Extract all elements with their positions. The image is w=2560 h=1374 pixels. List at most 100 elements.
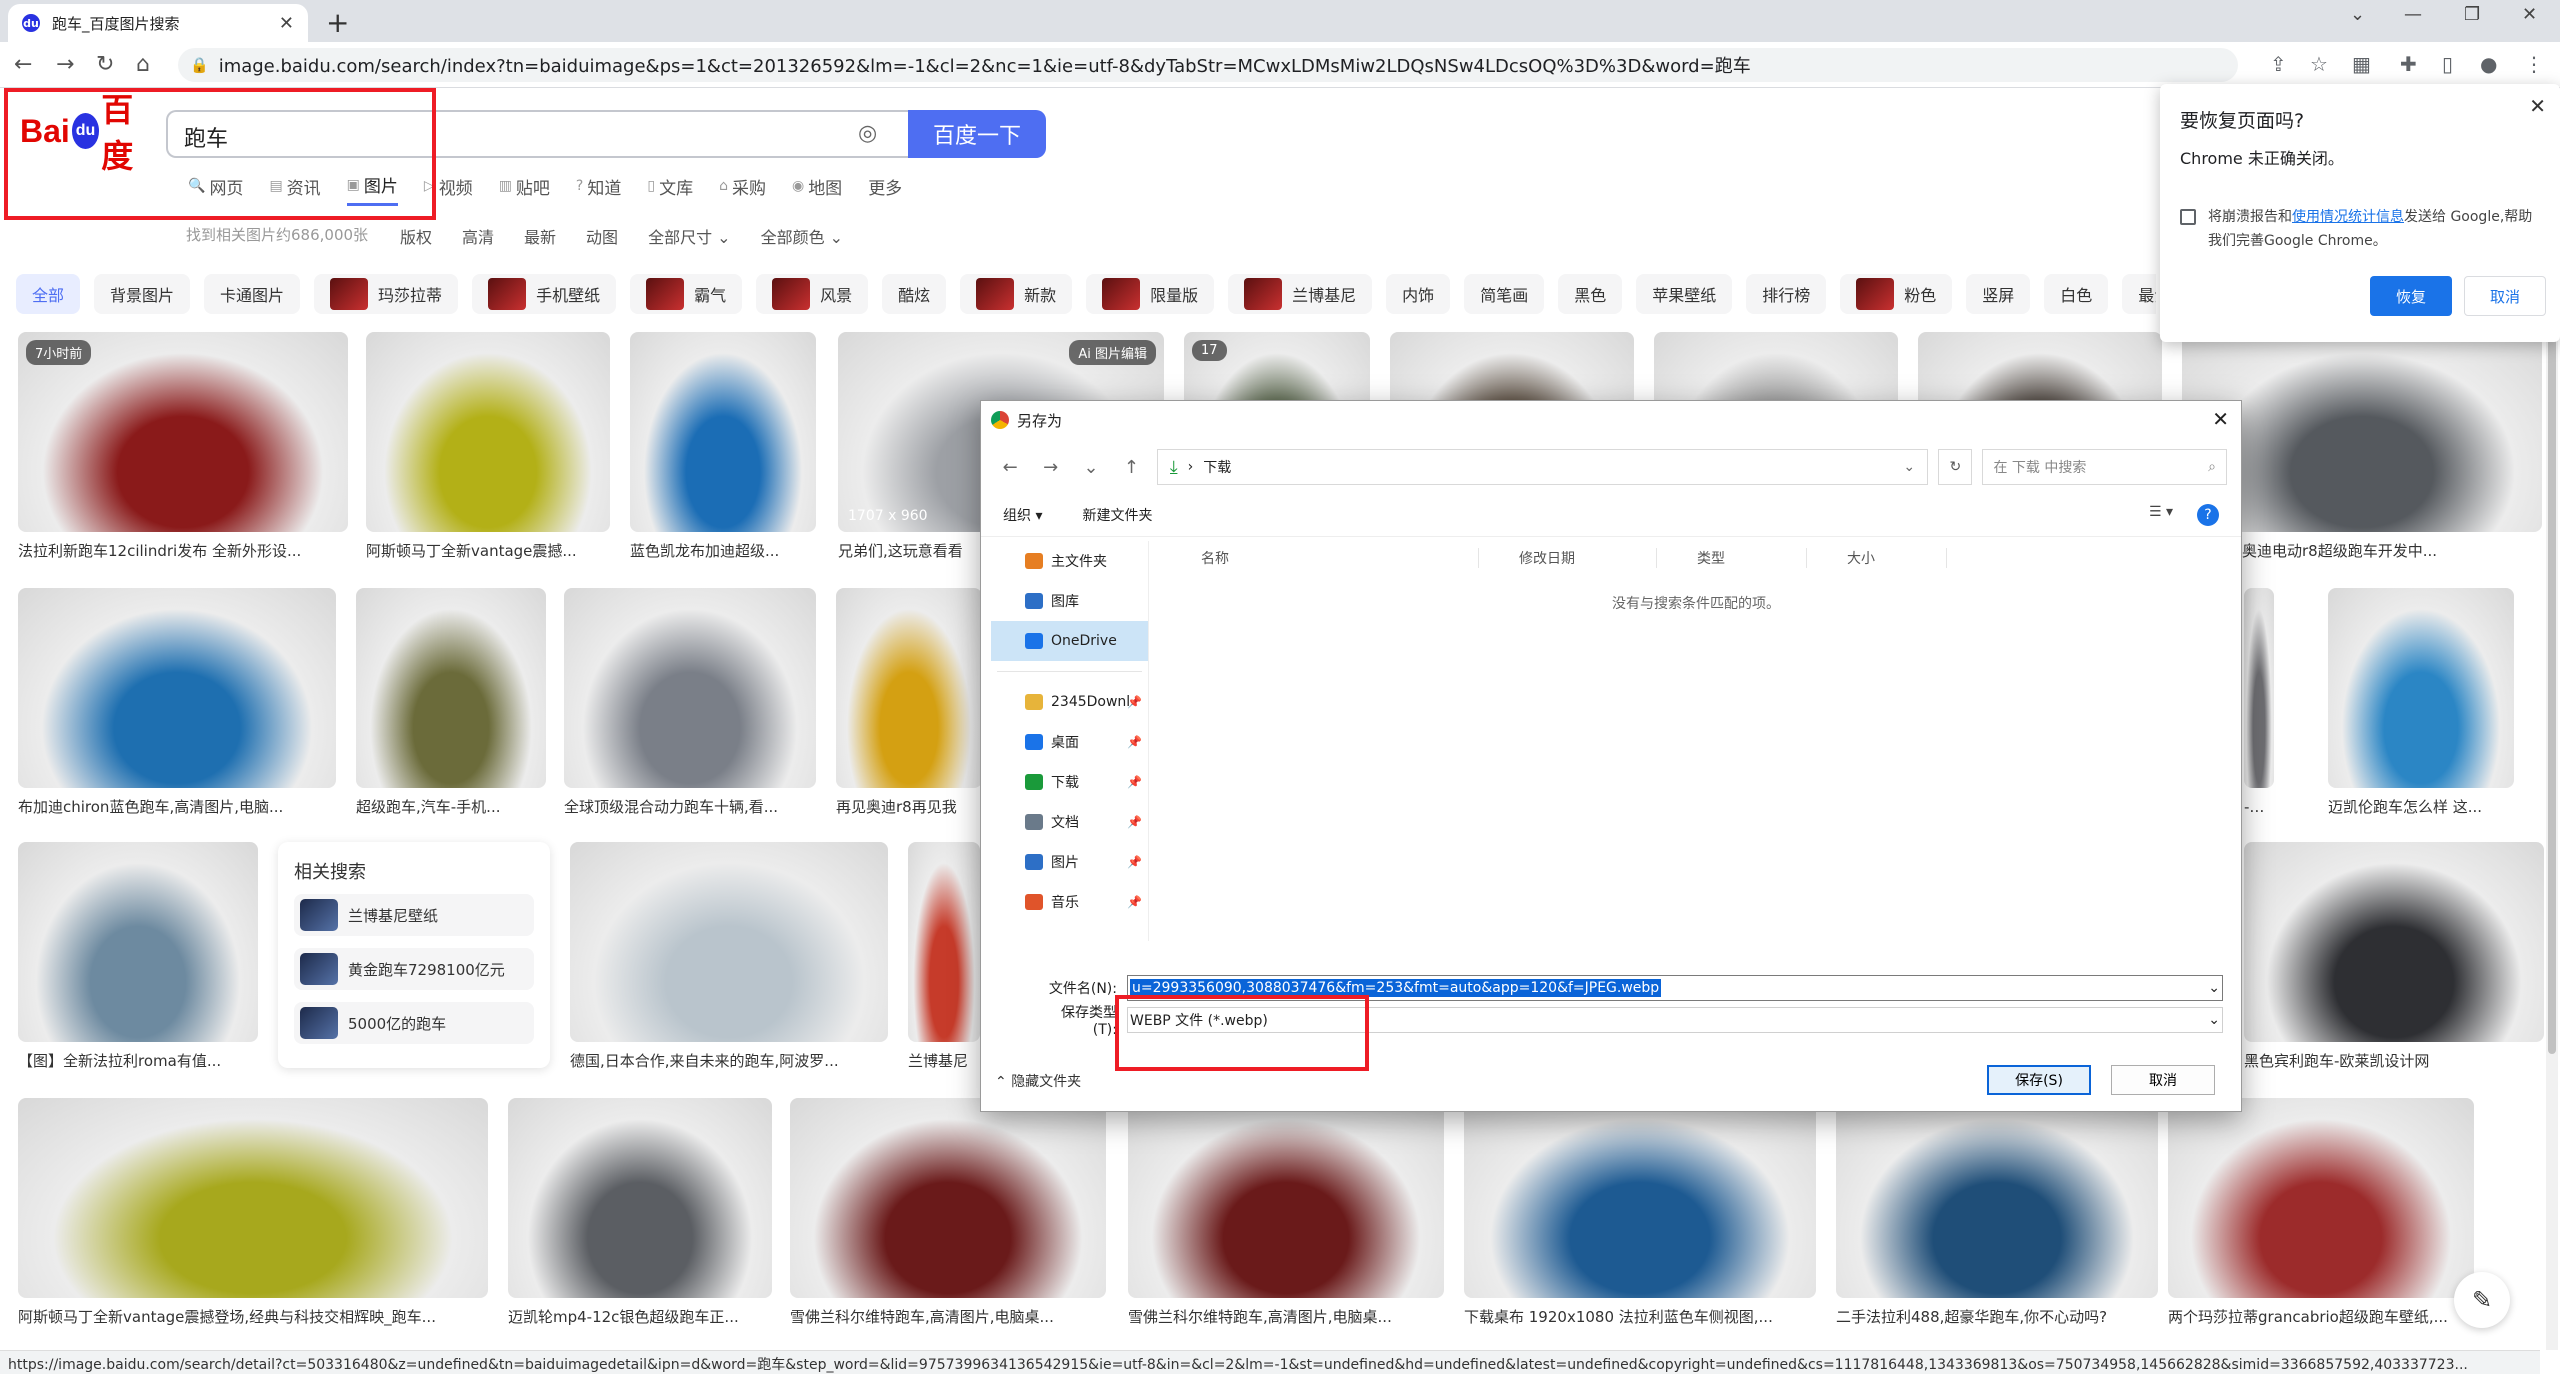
column-header[interactable]: 名称	[1161, 548, 1479, 568]
dialog-sidebar-item[interactable]: 2345Downl 📌	[991, 682, 1148, 722]
reload-icon[interactable]: ↻	[96, 52, 114, 77]
image-card[interactable]: 7小时前 法拉利新跑车12cilindri发布 全新外形设...	[18, 332, 348, 561]
category-chip[interactable]: 竖屏	[1966, 274, 2031, 314]
image-caption[interactable]: 阿斯顿马丁全新vantage震撼...	[366, 540, 610, 561]
category-chip[interactable]: 酷炫	[882, 274, 947, 314]
dialog-up-icon[interactable]: ↑	[1116, 457, 1146, 478]
category-chip[interactable]: 黑色	[1558, 274, 1623, 314]
category-chip[interactable]: 玛莎拉蒂	[314, 274, 459, 314]
image-card[interactable]: 两个玛莎拉蒂grancabrio超级跑车壁纸,...	[2168, 1098, 2474, 1327]
car-image[interactable]	[2168, 1098, 2474, 1298]
tab-search-icon[interactable]: ⌄	[2350, 4, 2365, 25]
close-tab-icon[interactable]: ✕	[279, 13, 294, 34]
filter-option[interactable]: 动图	[586, 224, 618, 248]
car-image[interactable]	[18, 842, 258, 1042]
image-caption[interactable]: 法拉利新跑车12cilindri发布 全新外形设...	[18, 540, 348, 561]
image-caption[interactable]: 兰博基尼	[908, 1050, 980, 1071]
forward-icon[interactable]: →	[56, 52, 74, 77]
category-chip[interactable]: 简笔画	[1464, 274, 1545, 314]
restore-cancel-button[interactable]: 取消	[2464, 276, 2546, 316]
lock-icon[interactable]: 🔒	[190, 56, 209, 74]
tab-4[interactable]: ▥ 贴吧	[499, 172, 550, 206]
car-image[interactable]	[908, 842, 980, 1042]
dialog-sidebar-item[interactable]: 桌面 📌	[991, 722, 1148, 762]
dialog-sidebar-item[interactable]: 图片 📌	[991, 842, 1148, 882]
tab-8[interactable]: ◉ 地图	[792, 172, 842, 206]
image-caption[interactable]: 迈凯轮mp4-12c银色超级跑车正...	[508, 1306, 772, 1327]
qr-icon[interactable]: ▦	[2352, 52, 2371, 76]
image-card[interactable]: 阿斯顿马丁全新vantage震撼登场,经典与科技交相辉映_跑车...	[18, 1098, 488, 1327]
image-caption[interactable]: 阿斯顿马丁全新vantage震撼登场,经典与科技交相辉映_跑车...	[18, 1306, 488, 1327]
car-image[interactable]	[18, 1098, 488, 1298]
image-card[interactable]: 迈凯伦跑车怎么样 这...	[2328, 588, 2514, 817]
dialog-sidebar-item[interactable]: 主文件夹	[991, 541, 1148, 581]
dialog-sidebar-item[interactable]: 图库	[991, 581, 1148, 621]
category-chip[interactable]: 限量版	[1086, 274, 1215, 314]
car-image[interactable]	[564, 588, 816, 788]
dialog-refresh-icon[interactable]: ↻	[1938, 449, 1973, 485]
image-caption[interactable]: 【图】全新法拉利roma有值...	[18, 1050, 258, 1071]
image-card[interactable]: 蓝色凯龙布加迪超级...	[630, 332, 816, 561]
edit-icon[interactable]: ✎	[2454, 1272, 2510, 1328]
save-button[interactable]: 保存(S)	[1987, 1065, 2091, 1095]
chevron-down-icon[interactable]: ⌄	[2208, 980, 2220, 996]
category-chip[interactable]: 手机壁纸	[472, 274, 617, 314]
car-image[interactable]	[1464, 1098, 1816, 1298]
image-caption[interactable]: 二手法拉利488,超豪华跑车,你不心动吗?	[1836, 1306, 2158, 1327]
hide-folders-toggle[interactable]: ⌃ 隐藏文件夹	[995, 1071, 1081, 1091]
tab-5[interactable]: ? 知道	[576, 172, 621, 206]
image-caption[interactable]: 德国,日本合作,来自未来的跑车,阿波罗...	[570, 1050, 888, 1071]
filter-option[interactable]: 高清	[462, 224, 494, 248]
category-chip[interactable]: 苹果壁纸	[1636, 274, 1733, 314]
help-icon[interactable]: ?	[2197, 503, 2219, 526]
minimize-icon[interactable]: —	[2404, 4, 2422, 25]
bookmark-star-icon[interactable]: ☆	[2310, 52, 2328, 76]
side-panel-icon[interactable]: ▯	[2442, 52, 2453, 76]
column-header[interactable]: 修改日期	[1479, 548, 1657, 568]
car-image[interactable]	[1836, 1098, 2158, 1298]
category-chip[interactable]: 全部	[16, 274, 81, 314]
close-icon[interactable]: ✕	[2529, 94, 2546, 118]
image-card[interactable]: 布加迪chiron蓝色跑车,高清图片,电脑...	[18, 588, 336, 817]
image-caption[interactable]: 超级跑车,汽车-手机...	[356, 796, 546, 817]
camera-icon[interactable]: ◎	[858, 121, 877, 146]
dialog-path-bar[interactable]: ⤓ › 下载 ⌄	[1156, 449, 1929, 485]
tab-9[interactable]: 更多	[868, 172, 902, 206]
category-chip[interactable]: 最贵	[2122, 274, 2156, 314]
image-caption[interactable]: 布加迪chiron蓝色跑车,高清图片,电脑...	[18, 796, 336, 817]
image-card[interactable]: 再见奥迪r8再见我	[836, 588, 982, 817]
browser-tab[interactable]: du 跑车_百度图片搜索 ✕	[8, 4, 308, 42]
image-card[interactable]: 雪佛兰科尔维特跑车,高清图片,电脑桌...	[1128, 1098, 1444, 1327]
image-card[interactable]: 阿斯顿马丁全新vantage震撼...	[366, 332, 610, 561]
ai-edit-badge[interactable]: Ai 图片编辑	[1069, 340, 1156, 365]
car-image[interactable]	[836, 588, 982, 788]
car-image[interactable]	[1128, 1098, 1444, 1298]
image-card[interactable]: 二手法拉利488,超豪华跑车,你不心动吗?	[1836, 1098, 2158, 1327]
image-caption[interactable]: 全球顶级混合动力跑车十辆,看...	[564, 796, 816, 817]
image-card[interactable]: 兰博基尼	[908, 842, 980, 1071]
home-icon[interactable]: ⌂	[136, 52, 150, 77]
share-icon[interactable]: ⇪	[2270, 52, 2287, 76]
category-chip[interactable]: 背景图片	[94, 274, 191, 314]
image-caption[interactable]: -欧莱...	[2244, 796, 2274, 817]
dialog-sidebar-item[interactable]: 音乐 📌	[991, 882, 1148, 922]
image-caption[interactable]: 两个玛莎拉蒂grancabrio超级跑车壁纸,...	[2168, 1306, 2474, 1327]
filter-option[interactable]: 版权	[400, 224, 432, 248]
image-caption[interactable]: 雪佛兰科尔维特跑车,高清图片,电脑桌...	[790, 1306, 1106, 1327]
image-caption[interactable]: 再见奥迪r8再见我	[836, 796, 982, 817]
category-chip[interactable]: 兰博基尼	[1228, 274, 1373, 314]
car-image[interactable]	[2244, 588, 2274, 788]
car-image[interactable]	[790, 1098, 1106, 1298]
image-card[interactable]: 超级跑车,汽车-手机...	[356, 588, 546, 817]
image-caption[interactable]: 黑色宾利跑车-欧莱凯设计网	[2244, 1050, 2544, 1071]
image-card[interactable]: 德国,日本合作,来自未来的跑车,阿波罗...	[570, 842, 888, 1071]
column-header[interactable]: 类型	[1657, 548, 1807, 568]
category-chip[interactable]: 新款	[960, 274, 1073, 314]
image-card[interactable]: 迈凯轮mp4-12c银色超级跑车正...	[508, 1098, 772, 1327]
dialog-sidebar-item[interactable]: 文档 📌	[991, 802, 1148, 842]
category-chip[interactable]: 风景	[756, 274, 869, 314]
extensions-icon[interactable]: ✚	[2400, 52, 2417, 76]
car-image[interactable]	[18, 588, 336, 788]
image-caption[interactable]: 下载桌布 1920x1080 法拉利蓝色车侧视图,...	[1464, 1306, 1816, 1327]
category-chip[interactable]: 粉色	[1840, 274, 1953, 314]
